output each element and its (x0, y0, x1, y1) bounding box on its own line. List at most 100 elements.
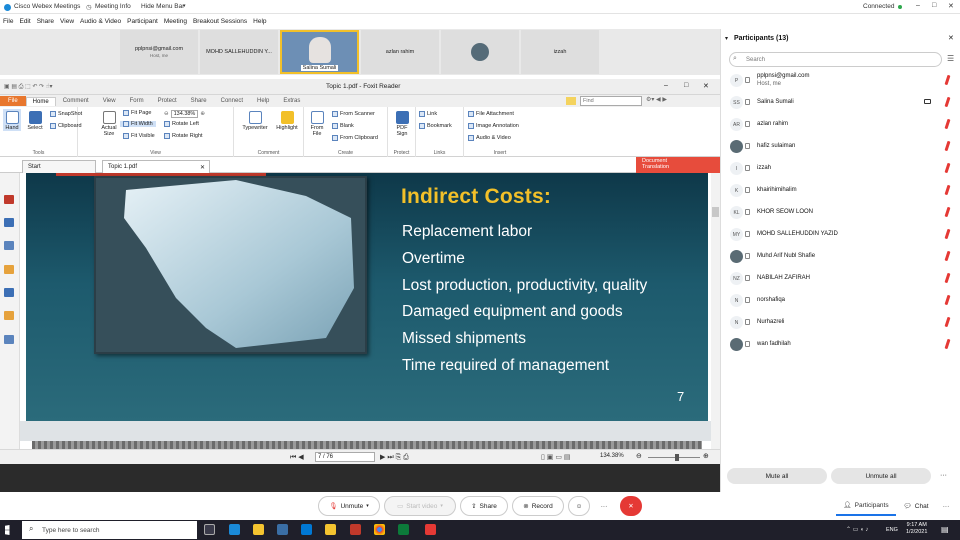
muted-mic-icon[interactable] (944, 228, 951, 240)
list-options-icon[interactable]: ☰ (947, 54, 954, 63)
attachments-panel-icon[interactable] (4, 288, 14, 297)
foxit-minimize-icon[interactable]: – (664, 82, 668, 89)
rotate-right-button[interactable]: Rotate Right (164, 133, 203, 139)
tab-file[interactable]: File (0, 96, 26, 106)
blank-button[interactable]: Blank (332, 123, 354, 129)
menu-audio-video[interactable]: Audio & Video (80, 18, 121, 25)
search-options-icon[interactable]: ⚙▾ ◀ ▶ (646, 96, 667, 103)
tab-start[interactable]: Start (22, 160, 96, 173)
from-scanner-button[interactable]: From Scanner (332, 111, 375, 117)
muted-mic-icon[interactable] (944, 316, 951, 328)
edge-icon[interactable] (229, 524, 240, 535)
document-translation-button[interactable]: Document Translation (636, 157, 720, 173)
folder-icon[interactable] (566, 97, 576, 105)
page-nav-next-icons[interactable]: ▶ ⏭ ⎘ ⎙ (380, 453, 409, 462)
rotate-left-button[interactable]: Rotate Left (164, 121, 199, 127)
participant-row[interactable]: hafiz sulaiman (727, 136, 953, 158)
foxit-taskbar-icon[interactable] (425, 524, 436, 535)
muted-mic-icon[interactable] (944, 206, 951, 218)
clock[interactable]: 9:17 AM 1/2/2021 (906, 522, 927, 536)
fit-page-button[interactable]: Fit Page (123, 110, 151, 116)
participant-row[interactable]: Iizzah (727, 158, 953, 180)
menu-breakout-sessions[interactable]: Breakout Sessions (193, 18, 247, 25)
muted-mic-icon[interactable] (944, 118, 951, 130)
participant-row[interactable]: Kkhairihimihalim (727, 180, 953, 202)
page-nav-prev-icons[interactable]: ⏮ ◀ (290, 453, 304, 462)
participant-row[interactable]: Nnorshafiqa (727, 290, 953, 312)
participant-row[interactable]: Ppplpnsi@gmail.com Host, me (727, 70, 953, 92)
active-speaker-tile[interactable]: Salina Sumali (280, 30, 359, 74)
tab-protect[interactable]: Protect (151, 98, 184, 104)
participant-row[interactable]: AR azlan rahim (727, 114, 953, 136)
participant-row[interactable]: Muhd Arif Nubl Shafie (727, 246, 953, 268)
foxit-maximize-icon[interactable]: □ (684, 82, 688, 89)
quick-access-toolbar[interactable]: ▣ ▤ ⎙ ⬚ ↶ ↷ ☝▾ (4, 83, 53, 91)
participant-search-input[interactable]: Search (729, 52, 942, 67)
zoom-slider-thumb[interactable] (675, 454, 679, 461)
menu-view[interactable]: View (60, 18, 74, 25)
mail-icon[interactable] (301, 524, 312, 535)
menu-participant[interactable]: Participant (127, 18, 158, 25)
menu-share[interactable]: Share (37, 18, 54, 25)
scrollbar-thumb[interactable] (712, 207, 719, 217)
security-panel-icon[interactable] (4, 311, 14, 320)
notification-icon[interactable]: ▤ (941, 525, 949, 534)
muted-mic-icon[interactable] (944, 140, 951, 152)
audio-video-button[interactable]: Audio & Video (468, 135, 511, 141)
zoom-out-icon[interactable]: ⊖ (636, 452, 642, 460)
highlight-button[interactable]: Highlight (272, 109, 302, 131)
close-panel-icon[interactable]: ✕ (948, 34, 954, 42)
participants-tab[interactable]: 👤︎ Participants (836, 496, 896, 516)
sticky-notes-icon[interactable] (325, 524, 336, 535)
typewriter-button[interactable]: Typewriter (238, 109, 272, 131)
layers-panel-icon[interactable] (4, 241, 14, 250)
unmute-button[interactable]: 🎙︎ Unmute ▾ (318, 496, 380, 516)
muted-mic-icon[interactable] (944, 96, 951, 108)
zoom-in-icon[interactable]: ⊕ (703, 452, 709, 460)
file-explorer-icon[interactable] (253, 524, 264, 535)
input-language[interactable]: ENG (886, 527, 898, 533)
tab-topic-1[interactable]: Topic 1.pdf ✕ (102, 160, 210, 173)
tab-share[interactable]: Share (184, 98, 214, 104)
muted-mic-icon[interactable] (944, 184, 951, 196)
chevron-down-icon[interactable]: ▾ (183, 3, 186, 9)
signature-panel-icon[interactable] (4, 335, 14, 344)
meeting-info-button[interactable]: Meeting Info (95, 3, 131, 10)
hide-menu-bar-button[interactable]: Hide Menu Bar (141, 3, 184, 10)
foxit-close-icon[interactable]: ✕ (703, 82, 709, 90)
store-icon[interactable] (277, 524, 288, 535)
more-panels-button[interactable]: ··· (936, 496, 956, 516)
menu-meeting[interactable]: Meeting (164, 18, 187, 25)
reactions-button[interactable]: ☺ (568, 496, 590, 516)
more-options-icon[interactable]: ··· (940, 472, 947, 479)
file-attachment-button[interactable]: File Attachment (468, 111, 514, 117)
bookmark-button[interactable]: Bookmark (419, 123, 452, 129)
view-mode-icons[interactable]: ▯ ▣ ▭ ▤ (541, 453, 571, 461)
muted-mic-icon[interactable] (944, 250, 951, 262)
chat-tab[interactable]: 💬︎ Chat (898, 496, 934, 516)
video-tile[interactable]: azlan rahim (361, 30, 439, 74)
muted-mic-icon[interactable] (944, 294, 951, 306)
taskbar-search[interactable]: Type here to search (22, 521, 197, 539)
app-icon[interactable] (350, 524, 361, 535)
share-button[interactable]: ⇪ Share (460, 496, 508, 516)
tray-icons[interactable]: ⌃ ▭ ◖ ♪ (846, 526, 868, 533)
record-button[interactable]: ⊚ Record (512, 496, 564, 516)
zoom-control[interactable]: ⊖ 134.38% ⊕ (164, 110, 205, 118)
start-video-button[interactable]: ▭ Start video ▾ (384, 496, 456, 516)
muted-mic-icon[interactable] (944, 272, 951, 284)
pdf-sign-button[interactable]: PDF Sign (390, 109, 414, 137)
image-annotation-button[interactable]: Image Annotation (468, 123, 519, 129)
page-number-field[interactable]: 7 / 76 (315, 452, 375, 462)
video-tile[interactable]: MOHD SALLEHUDDIN Y... (200, 30, 278, 74)
zoom-out-icon[interactable]: ⊖ (164, 111, 169, 117)
from-clipboard-button[interactable]: From Clipboard (332, 135, 378, 141)
unmute-all-button[interactable]: Unmute all (831, 468, 931, 484)
zoom-in-icon[interactable]: ⊕ (200, 111, 205, 117)
close-icon[interactable]: ✕ (948, 2, 954, 10)
more-options-button[interactable]: ··· (594, 496, 614, 516)
maximize-icon[interactable]: □ (932, 2, 936, 9)
participant-row[interactable]: NZ NABILAH ZAFIRAH (727, 268, 953, 290)
vertical-scrollbar[interactable] (711, 173, 720, 449)
tab-connect[interactable]: Connect (214, 98, 250, 104)
